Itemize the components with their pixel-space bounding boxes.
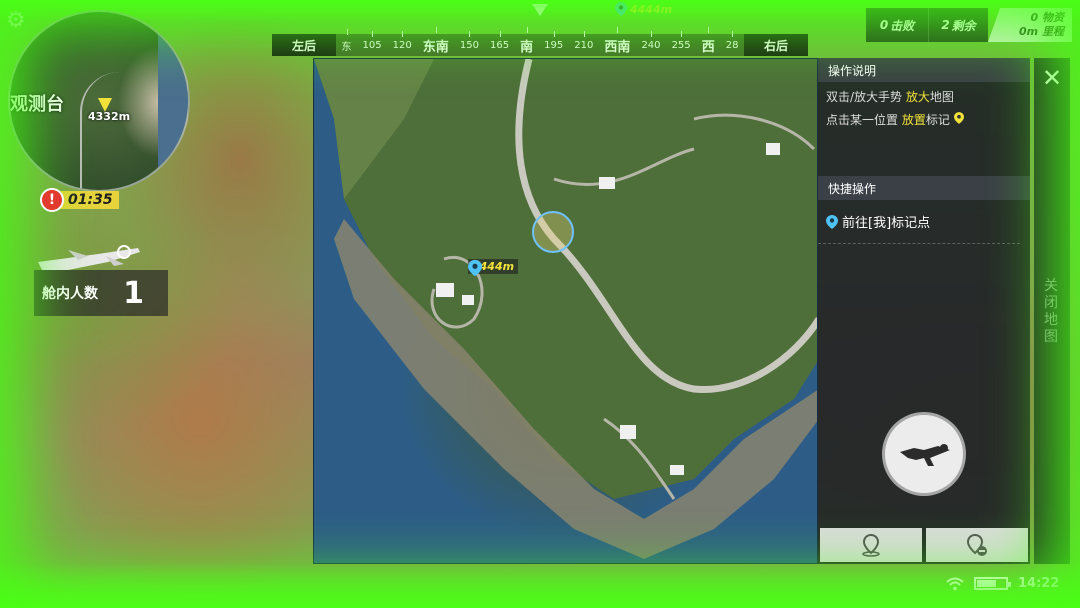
settings-gear-icon[interactable]: ⚙ — [6, 8, 26, 33]
alert-icon: ! — [40, 188, 64, 212]
wifi-icon — [946, 577, 964, 590]
compass-left-label: 左后 — [272, 34, 336, 56]
kills-label: 击败 — [890, 18, 915, 33]
supplies-label: 物资 — [1042, 11, 1064, 24]
instruction-text: 点击某一位置 — [826, 113, 902, 127]
minimap-distance: 4332m — [88, 110, 131, 123]
minimap-location-label: 观测台 — [10, 94, 64, 115]
plane-passenger-count: 1 — [123, 275, 144, 311]
map-marker[interactable]: 4444m — [468, 259, 519, 277]
skydiver-icon — [900, 444, 950, 466]
building — [620, 425, 636, 439]
supplies-value: 0 — [1030, 11, 1039, 24]
mileage-label: 里程 — [1042, 25, 1064, 38]
quick-actions-title: 快捷操作 — [818, 176, 1030, 200]
circle-timer: ! 01:35 — [40, 188, 119, 212]
building — [599, 177, 615, 189]
minimap-road — [80, 72, 120, 190]
kills-stat: 0 击败 — [866, 8, 928, 42]
map-terrain — [314, 59, 817, 559]
place-marker-icon — [862, 533, 880, 557]
compass-tick: 165 — [489, 30, 510, 51]
remove-marker-icon — [966, 533, 987, 556]
close-map-column[interactable]: ✕ 关闭地图 — [1034, 58, 1070, 564]
supplies-mileage-stat: 0 物资 0m 里程 — [988, 8, 1072, 42]
close-icon[interactable]: ✕ — [1042, 64, 1062, 92]
compass-tick: 195 — [544, 30, 564, 51]
compass-tick: 28 — [725, 30, 739, 51]
location-pin-icon — [468, 259, 482, 277]
compass-marker: 4444m — [615, 2, 672, 16]
parachute-jump-button[interactable] — [882, 412, 966, 496]
location-pin-icon — [826, 214, 838, 229]
clock: 14:22 — [1018, 576, 1060, 591]
minimap[interactable]: 观测台 4332m — [8, 10, 190, 192]
instruction-line-1: 双击/放大手势 放大地图 — [818, 88, 1030, 105]
compass-tick: 东 — [342, 28, 352, 53]
timer-value: 01:35 — [56, 191, 119, 209]
plane-passenger-label: 舱内人数 — [42, 286, 98, 302]
marker-buttons — [820, 528, 1028, 562]
map-side-panel: 操作说明 双击/放大手势 放大地图 点击某一位置 放置标记 快捷操作 前往[我]… — [818, 58, 1030, 564]
instruction-text: 地图 — [929, 90, 954, 104]
compass-tick: 东南 — [423, 26, 449, 55]
compass-tick: 105 — [362, 30, 382, 51]
compass-tick: 西南 — [604, 26, 630, 55]
goto-marker-button[interactable]: 前往[我]标记点 — [818, 200, 1020, 244]
remove-marker-button[interactable] — [926, 528, 1028, 562]
minimap-sea — [158, 12, 188, 190]
building — [436, 283, 454, 297]
instruction-text: 标记 — [925, 113, 950, 127]
compass-tick: 150 — [459, 30, 479, 51]
compass-tick: 255 — [671, 30, 691, 51]
remaining-value: 2 — [941, 18, 950, 32]
plane-passenger-panel: 舱内人数 1 — [34, 270, 168, 316]
instruction-highlight: 放大 — [905, 90, 930, 104]
location-pin-icon — [615, 2, 627, 16]
goto-marker-label: 前往[我]标记点 — [842, 216, 931, 231]
compass-ticks: 东 105 120 东南 150 165 南 195 210 西南 240 25… — [336, 26, 744, 55]
close-map-label: 关闭地图 — [1044, 278, 1058, 345]
compass-marker-distance: 4444m — [630, 2, 673, 16]
battery-icon — [974, 577, 1011, 590]
compass-tick: 西 — [702, 26, 715, 55]
building — [462, 295, 474, 305]
compass-tick: 120 — [392, 30, 412, 51]
instructions-title: 操作说明 — [818, 58, 1030, 82]
compass-pointer-icon — [532, 4, 548, 16]
instruction-line-2: 点击某一位置 放置标记 — [818, 111, 1030, 128]
instruction-text: 双击/放大手势 — [826, 90, 906, 104]
instruction-highlight: 放置 — [901, 113, 926, 127]
world-map[interactable]: 4444m — [313, 58, 818, 564]
match-stats: 0 击败 2 剩余 0 物资 0m 里程 — [866, 8, 1072, 42]
device-status-bar: 14:22 — [946, 576, 1059, 591]
compass-tick: 240 — [641, 30, 661, 51]
mileage-value: 0m — [1019, 25, 1039, 38]
safe-zone-circle — [532, 211, 574, 253]
compass-bar: 左后 东 105 120 东南 150 165 南 195 210 西南 240… — [272, 26, 808, 56]
marker-pin-icon — [953, 112, 964, 124]
compass-tick: 210 — [574, 30, 594, 51]
remaining-stat: 2 剩余 — [928, 8, 988, 42]
kills-value: 0 — [879, 18, 889, 32]
compass-right-label: 右后 — [744, 34, 808, 56]
remaining-label: 剩余 — [951, 18, 976, 33]
poison-glow-bottom — [0, 563, 1080, 608]
place-marker-button[interactable] — [820, 528, 922, 562]
compass-tick: 南 — [520, 26, 533, 55]
building — [766, 143, 780, 155]
building — [670, 465, 684, 475]
